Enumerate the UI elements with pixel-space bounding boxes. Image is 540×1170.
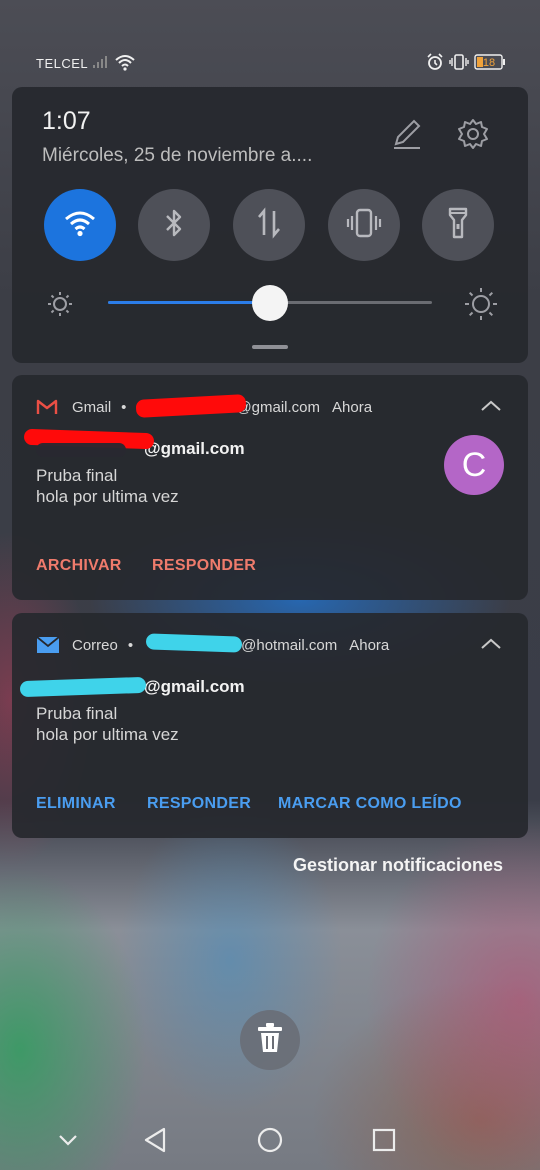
archive-button[interactable]: ARCHIVAR: [36, 557, 122, 575]
avatar: C: [444, 435, 504, 495]
back-icon[interactable]: [142, 1126, 168, 1159]
flashlight-toggle[interactable]: [422, 189, 494, 261]
quick-settings-panel: 1:07 Miércoles, 25 de noviembre a....: [12, 87, 528, 363]
signal-icon: [92, 53, 112, 72]
separator-dot: •: [127, 636, 134, 654]
mail-icon: [36, 635, 60, 655]
vibrate-toggle[interactable]: [328, 189, 400, 261]
wifi-icon: [63, 209, 97, 242]
app-name: Gmail: [72, 398, 112, 416]
account-label: @gmail.com: [236, 398, 321, 416]
mobile-data-toggle[interactable]: [233, 189, 305, 261]
account-label: @hotmail.com: [241, 636, 338, 654]
reply-button[interactable]: RESPONDER: [152, 557, 256, 575]
carrier-label: TELCEL: [36, 56, 89, 71]
email-body: hola por ultima vez: [36, 725, 179, 744]
brightness-low-icon: [46, 290, 74, 323]
separator-dot: •: [121, 398, 127, 416]
app-name: Correo: [72, 636, 118, 654]
trash-icon: [255, 1022, 285, 1059]
collapse-chevron-icon[interactable]: [478, 397, 504, 420]
vibrate-icon: [449, 53, 469, 74]
bluetooth-icon: [162, 207, 186, 244]
battery-icon: 18: [474, 54, 506, 73]
svg-text:18: 18: [483, 57, 495, 69]
delete-button[interactable]: ELIMINAR: [36, 795, 116, 813]
gmail-notification[interactable]: Gmail • @gmail.com Ahora @gmail.com Prub…: [12, 375, 528, 600]
brightness-high-icon: [464, 287, 498, 326]
data-transfer-icon: [255, 206, 283, 244]
collapse-chevron-icon[interactable]: [478, 635, 504, 658]
manage-notifications-link[interactable]: Gestionar notificaciones: [293, 855, 503, 876]
alarm-icon: [426, 53, 444, 74]
vibrate-icon: [346, 208, 382, 243]
redaction-mark: [36, 443, 126, 457]
gmail-icon: [36, 397, 60, 417]
redaction-mark: [145, 633, 243, 653]
mark-as-read-button[interactable]: MARCAR COMO LEÍDO: [278, 795, 462, 813]
correo-notification[interactable]: Correo • @hotmail.com Ahora @gmail.com P…: [12, 613, 528, 838]
notification-time: Ahora: [349, 636, 390, 654]
email-subject: Pruba final: [36, 704, 118, 723]
clock: 1:07: [42, 107, 91, 135]
reply-button[interactable]: RESPONDER: [147, 795, 251, 813]
navigation-bar: [0, 1110, 540, 1170]
edit-icon[interactable]: [390, 117, 424, 156]
email-body: hola por ultima vez: [36, 487, 179, 506]
wifi-icon: [114, 53, 136, 74]
home-icon[interactable]: [256, 1126, 284, 1159]
status-bar: TELCEL 18: [0, 48, 540, 78]
sender-suffix: @gmail.com: [144, 677, 245, 696]
wifi-toggle[interactable]: [44, 189, 116, 261]
bluetooth-toggle[interactable]: [138, 189, 210, 261]
clear-all-button[interactable]: [240, 1010, 300, 1070]
expand-handle[interactable]: [252, 345, 288, 349]
sender-suffix: @gmail.com: [144, 439, 245, 458]
email-subject: Pruba final: [36, 466, 118, 485]
collapse-down-icon[interactable]: [56, 1132, 80, 1153]
brightness-slider-thumb[interactable]: [252, 285, 288, 321]
notification-time: Ahora: [332, 398, 373, 416]
date-label: Miércoles, 25 de noviembre a....: [42, 145, 313, 166]
flashlight-icon: [447, 206, 469, 245]
brightness-slider-fill: [108, 301, 270, 304]
recents-icon[interactable]: [372, 1128, 396, 1157]
gear-icon[interactable]: [456, 117, 490, 156]
